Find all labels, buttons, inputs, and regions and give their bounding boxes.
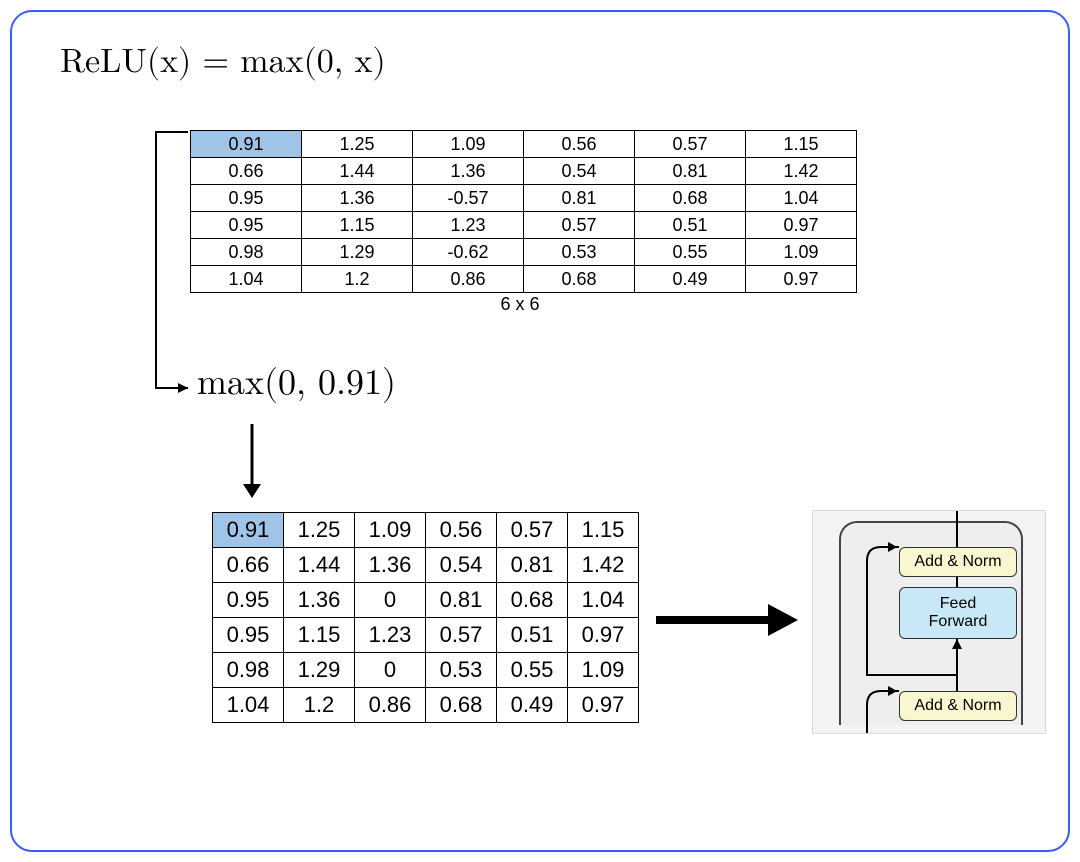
matrix-cell: 1.04 bbox=[213, 688, 284, 723]
matrix-cell: 0.55 bbox=[497, 653, 568, 688]
matrix-cell: 1.36 bbox=[355, 548, 426, 583]
matrix-cell: 0.49 bbox=[635, 266, 746, 293]
matrix-cell: 1.44 bbox=[284, 548, 355, 583]
matrix-cell: 1.29 bbox=[284, 653, 355, 688]
matrix-cell: 1.15 bbox=[568, 513, 639, 548]
matrix-cell: 0.53 bbox=[524, 239, 635, 266]
matrix-cell: 0.56 bbox=[524, 131, 635, 158]
right-arrow-icon bbox=[652, 600, 802, 640]
matrix-cell: 1.23 bbox=[355, 618, 426, 653]
relu-explainer-card: ReLU(x) = max(0, x) 0.911.251.090.560.57… bbox=[10, 10, 1070, 852]
matrix-cell: 0.97 bbox=[568, 618, 639, 653]
feed-forward-block: Feed Forward bbox=[899, 587, 1017, 639]
matrix-cell: 0.95 bbox=[191, 212, 302, 239]
matrix-cell: 1.15 bbox=[284, 618, 355, 653]
matrix-cell: 1.2 bbox=[284, 688, 355, 723]
matrix-cell: 1.36 bbox=[284, 583, 355, 618]
matrix-cell: 1.44 bbox=[302, 158, 413, 185]
matrix-cell: 0 bbox=[355, 583, 426, 618]
matrix-cell: 1.2 bbox=[302, 266, 413, 293]
matrix-cell: 1.09 bbox=[413, 131, 524, 158]
matrix-cell: 0.54 bbox=[524, 158, 635, 185]
add-norm-block-top: Add & Norm bbox=[899, 547, 1017, 577]
matrix-cell: 1.09 bbox=[746, 239, 857, 266]
matrix-cell: 0.68 bbox=[426, 688, 497, 723]
feed-forward-label: Feed Forward bbox=[929, 595, 988, 632]
matrix-cell: 0.97 bbox=[746, 266, 857, 293]
matrix-cell: 0.57 bbox=[635, 131, 746, 158]
matrix-cell: 1.09 bbox=[568, 653, 639, 688]
matrix-cell: 0.66 bbox=[213, 548, 284, 583]
matrix-cell: 1.04 bbox=[746, 185, 857, 212]
matrix-cell: 0.53 bbox=[426, 653, 497, 688]
matrix-cell: 1.15 bbox=[302, 212, 413, 239]
transformer-block-thumbnail: Add & Norm Feed Forward Add & Norm bbox=[812, 510, 1046, 734]
add-norm-block-bottom: Add & Norm bbox=[899, 691, 1017, 721]
matrix-cell: 0.98 bbox=[213, 653, 284, 688]
matrix-cell: 0.68 bbox=[524, 266, 635, 293]
matrix-cell: 1.29 bbox=[302, 239, 413, 266]
matrix-cell: 1.25 bbox=[284, 513, 355, 548]
output-matrix-6x6: 0.911.251.090.560.571.150.661.441.360.54… bbox=[212, 512, 639, 723]
matrix-cell: 0.66 bbox=[191, 158, 302, 185]
matrix-cell: 0.86 bbox=[413, 266, 524, 293]
matrix-cell: 0.97 bbox=[746, 212, 857, 239]
matrix-cell: 0.95 bbox=[213, 618, 284, 653]
matrix-cell: -0.57 bbox=[413, 185, 524, 212]
matrix-cell: 0.97 bbox=[568, 688, 639, 723]
matrix-cell: -0.62 bbox=[413, 239, 524, 266]
matrix-cell: 0.81 bbox=[426, 583, 497, 618]
matrix-cell: 1.36 bbox=[413, 158, 524, 185]
matrix-cell: 1.04 bbox=[568, 583, 639, 618]
matrix-cell: 0.95 bbox=[191, 185, 302, 212]
matrix-cell: 0.98 bbox=[191, 239, 302, 266]
matrix-cell: 0.95 bbox=[213, 583, 284, 618]
matrix-cell: 1.15 bbox=[746, 131, 857, 158]
matrix-cell: 0.57 bbox=[426, 618, 497, 653]
matrix-cell: 1.42 bbox=[746, 158, 857, 185]
matrix-dims-label: 6 x 6 bbox=[190, 294, 850, 315]
input-matrix-6x6: 0.911.251.090.560.571.150.661.441.360.54… bbox=[190, 130, 857, 293]
matrix-cell: 1.09 bbox=[355, 513, 426, 548]
matrix-cell: 0.57 bbox=[497, 513, 568, 548]
matrix-cell: 0.56 bbox=[426, 513, 497, 548]
max-computation: max(0, 0.91) bbox=[197, 362, 396, 405]
matrix-cell: 1.42 bbox=[568, 548, 639, 583]
matrix-cell: 0.54 bbox=[426, 548, 497, 583]
relu-formula: ReLU(x) = max(0, x) bbox=[60, 42, 386, 83]
matrix-cell: 0.81 bbox=[497, 548, 568, 583]
matrix-cell: 1.36 bbox=[302, 185, 413, 212]
matrix-cell: 0.51 bbox=[497, 618, 568, 653]
matrix-cell: 0.49 bbox=[497, 688, 568, 723]
matrix-cell: 0.55 bbox=[635, 239, 746, 266]
matrix-cell: 1.25 bbox=[302, 131, 413, 158]
matrix-cell: 0.91 bbox=[213, 513, 284, 548]
matrix-cell: 0 bbox=[355, 653, 426, 688]
matrix-cell: 0.68 bbox=[497, 583, 568, 618]
matrix-cell: 0.81 bbox=[635, 158, 746, 185]
matrix-cell: 0.68 bbox=[635, 185, 746, 212]
matrix-cell: 1.04 bbox=[191, 266, 302, 293]
bracket-connector bbox=[152, 130, 192, 392]
matrix-cell: 1.23 bbox=[413, 212, 524, 239]
matrix-cell: 0.86 bbox=[355, 688, 426, 723]
matrix-cell: 0.57 bbox=[524, 212, 635, 239]
matrix-cell: 0.81 bbox=[524, 185, 635, 212]
matrix-cell: 0.91 bbox=[191, 131, 302, 158]
matrix-cell: 0.51 bbox=[635, 212, 746, 239]
down-arrow-icon bbox=[238, 422, 268, 502]
